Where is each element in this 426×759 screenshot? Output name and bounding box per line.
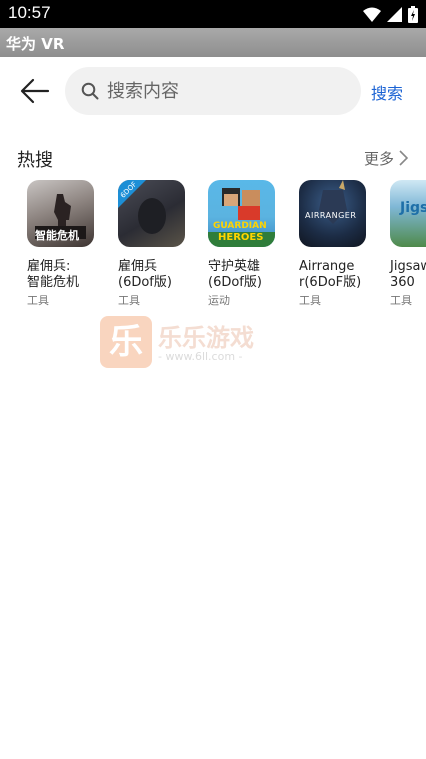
app-item[interactable]: Jigs Jigsaw 360 工具 xyxy=(390,180,426,308)
app-category: 工具 xyxy=(299,294,321,307)
app-item[interactable]: 6DOF 雇佣兵 (6Dof版) 工具 xyxy=(118,180,198,308)
status-bar: 10:57 xyxy=(0,0,426,28)
watermark-text: 乐乐游戏 xyxy=(158,324,254,352)
hot-app-list: 智能危机 雇佣兵: 智能危机 工具 6DOF 雇佣兵 (6Dof版) 工具 GU… xyxy=(0,180,426,320)
back-arrow-icon xyxy=(20,78,50,104)
app-icon: 6DOF xyxy=(118,180,185,247)
app-item[interactable]: 智能危机 雇佣兵: 智能危机 工具 xyxy=(27,180,107,308)
app-name: Airrange r(6DoF版) xyxy=(299,259,362,290)
app-icon: GUARDIAN HEROES xyxy=(208,180,275,247)
app-icon: Jigs xyxy=(390,180,426,247)
app-name: Jigsaw 360 xyxy=(390,259,426,290)
status-time: 10:57 xyxy=(8,3,51,22)
app-icon-label: Jigs xyxy=(400,200,426,216)
app-icon: 智能危机 xyxy=(27,180,94,247)
more-button[interactable]: 更多 xyxy=(364,147,408,169)
app-icon-label: AIRRANGER xyxy=(305,211,357,220)
search-button[interactable]: 搜索 xyxy=(371,80,403,104)
signal-icon xyxy=(387,6,402,22)
watermark-url: - www.6ll.com - xyxy=(158,350,243,363)
app-icon: AIRRANGER xyxy=(299,180,366,247)
hot-search-title: 热搜 xyxy=(17,150,53,171)
more-label: 更多 xyxy=(363,149,394,168)
app-category: 工具 xyxy=(27,294,49,307)
app-item[interactable]: AIRRANGER Airrange r(6DoF版) 工具 xyxy=(299,180,379,308)
app-category: 运动 xyxy=(208,294,230,307)
app-icon-label: HEROES xyxy=(218,232,264,243)
search-input[interactable] xyxy=(107,67,347,115)
app-category: 工具 xyxy=(118,294,140,307)
search-row: 搜索 xyxy=(0,57,426,125)
watermark: 乐 乐乐游戏 - www.6ll.com - xyxy=(100,316,280,372)
app-item[interactable]: GUARDIAN HEROES 守护英雄 (6Dof版) 运动 xyxy=(208,180,288,308)
watermark-logo: 乐 xyxy=(100,316,152,368)
app-name: 守护英雄 (6Dof版) xyxy=(208,259,262,290)
app-title-bar: 华为 VR xyxy=(0,28,426,57)
chevron-right-icon xyxy=(399,150,408,166)
wifi-icon xyxy=(363,7,381,22)
search-icon xyxy=(81,82,99,100)
app-icon-label: GUARDIAN xyxy=(213,221,267,231)
app-name: 雇佣兵 (6Dof版) xyxy=(118,259,172,290)
back-button[interactable] xyxy=(20,77,50,105)
search-box[interactable] xyxy=(65,67,361,115)
app-icon-label: 智能危机 xyxy=(35,229,79,242)
battery-icon xyxy=(408,5,418,23)
app-category: 工具 xyxy=(390,294,412,307)
app-title: 华为 VR xyxy=(6,35,65,53)
app-name: 雇佣兵: 智能危机 xyxy=(27,259,80,290)
status-icons xyxy=(363,5,418,23)
